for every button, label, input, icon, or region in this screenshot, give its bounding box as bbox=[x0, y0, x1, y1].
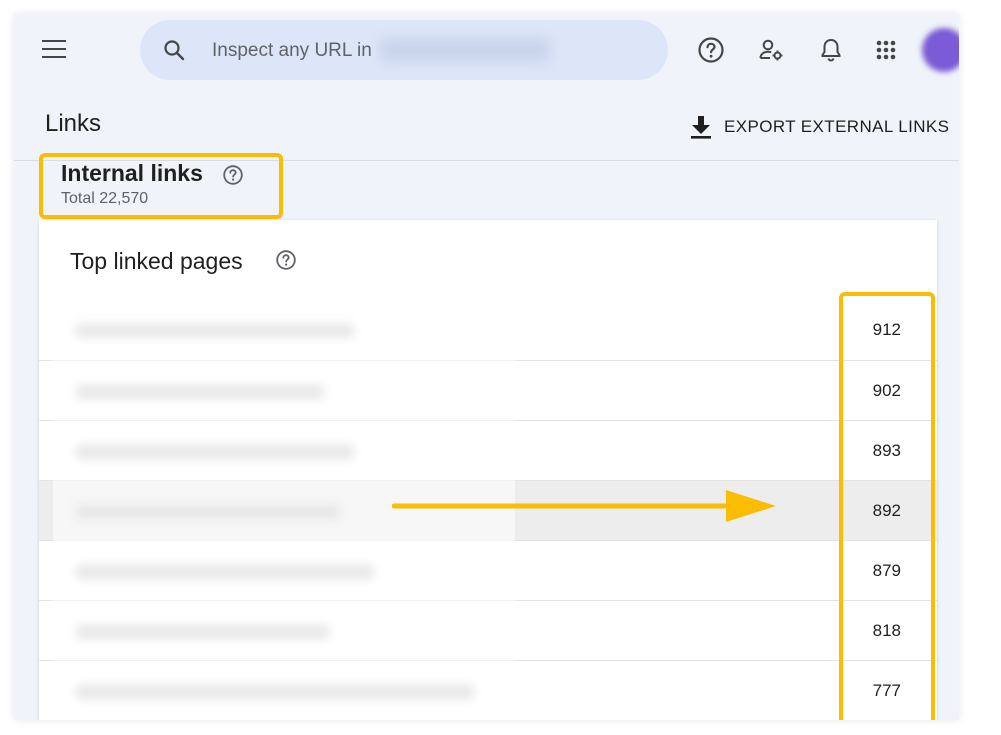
table-row[interactable]: 902 bbox=[39, 360, 937, 420]
redacted-url bbox=[75, 505, 340, 519]
export-label: EXPORT EXTERNAL LINKS bbox=[724, 117, 950, 136]
table-row[interactable]: 879 bbox=[39, 540, 937, 600]
redacted-url bbox=[75, 565, 375, 579]
apps-grid-icon[interactable] bbox=[872, 36, 900, 64]
annotation-arrow-icon bbox=[392, 490, 776, 522]
redacted-url bbox=[75, 685, 475, 699]
manage-users-icon[interactable] bbox=[757, 36, 785, 64]
notifications-bell-icon[interactable] bbox=[817, 36, 845, 64]
annotation-highlight-box bbox=[839, 292, 935, 720]
redacted-url bbox=[75, 625, 330, 639]
table-row[interactable]: 912 bbox=[39, 300, 937, 359]
top-app-bar bbox=[14, 14, 959, 86]
table-row[interactable]: 777 bbox=[39, 660, 937, 720]
search-bar[interactable] bbox=[140, 20, 668, 82]
top-linked-pages-card: Top linked pages 912 902 893 892 879 818… bbox=[39, 220, 937, 720]
search-icon bbox=[164, 40, 185, 61]
redacted-url bbox=[75, 324, 355, 338]
help-icon[interactable] bbox=[697, 36, 725, 64]
redacted-url bbox=[75, 385, 325, 399]
download-icon bbox=[691, 116, 711, 139]
hamburger-menu-icon[interactable] bbox=[42, 40, 68, 60]
table-row[interactable]: 818 bbox=[39, 600, 937, 660]
avatar[interactable] bbox=[922, 28, 959, 72]
help-circle-icon[interactable] bbox=[275, 249, 297, 271]
table-row[interactable]: 893 bbox=[39, 420, 937, 480]
redacted-property-name bbox=[380, 38, 550, 62]
redacted-url bbox=[75, 445, 355, 459]
card-title: Top linked pages bbox=[70, 248, 243, 274]
page-title: Links bbox=[45, 110, 102, 137]
app-window: Links EXPORT EXTERNAL LINKS Internal lin… bbox=[14, 14, 959, 720]
annotation-highlight-box bbox=[39, 153, 283, 219]
export-external-links-button[interactable]: EXPORT EXTERNAL LINKS bbox=[690, 114, 949, 140]
